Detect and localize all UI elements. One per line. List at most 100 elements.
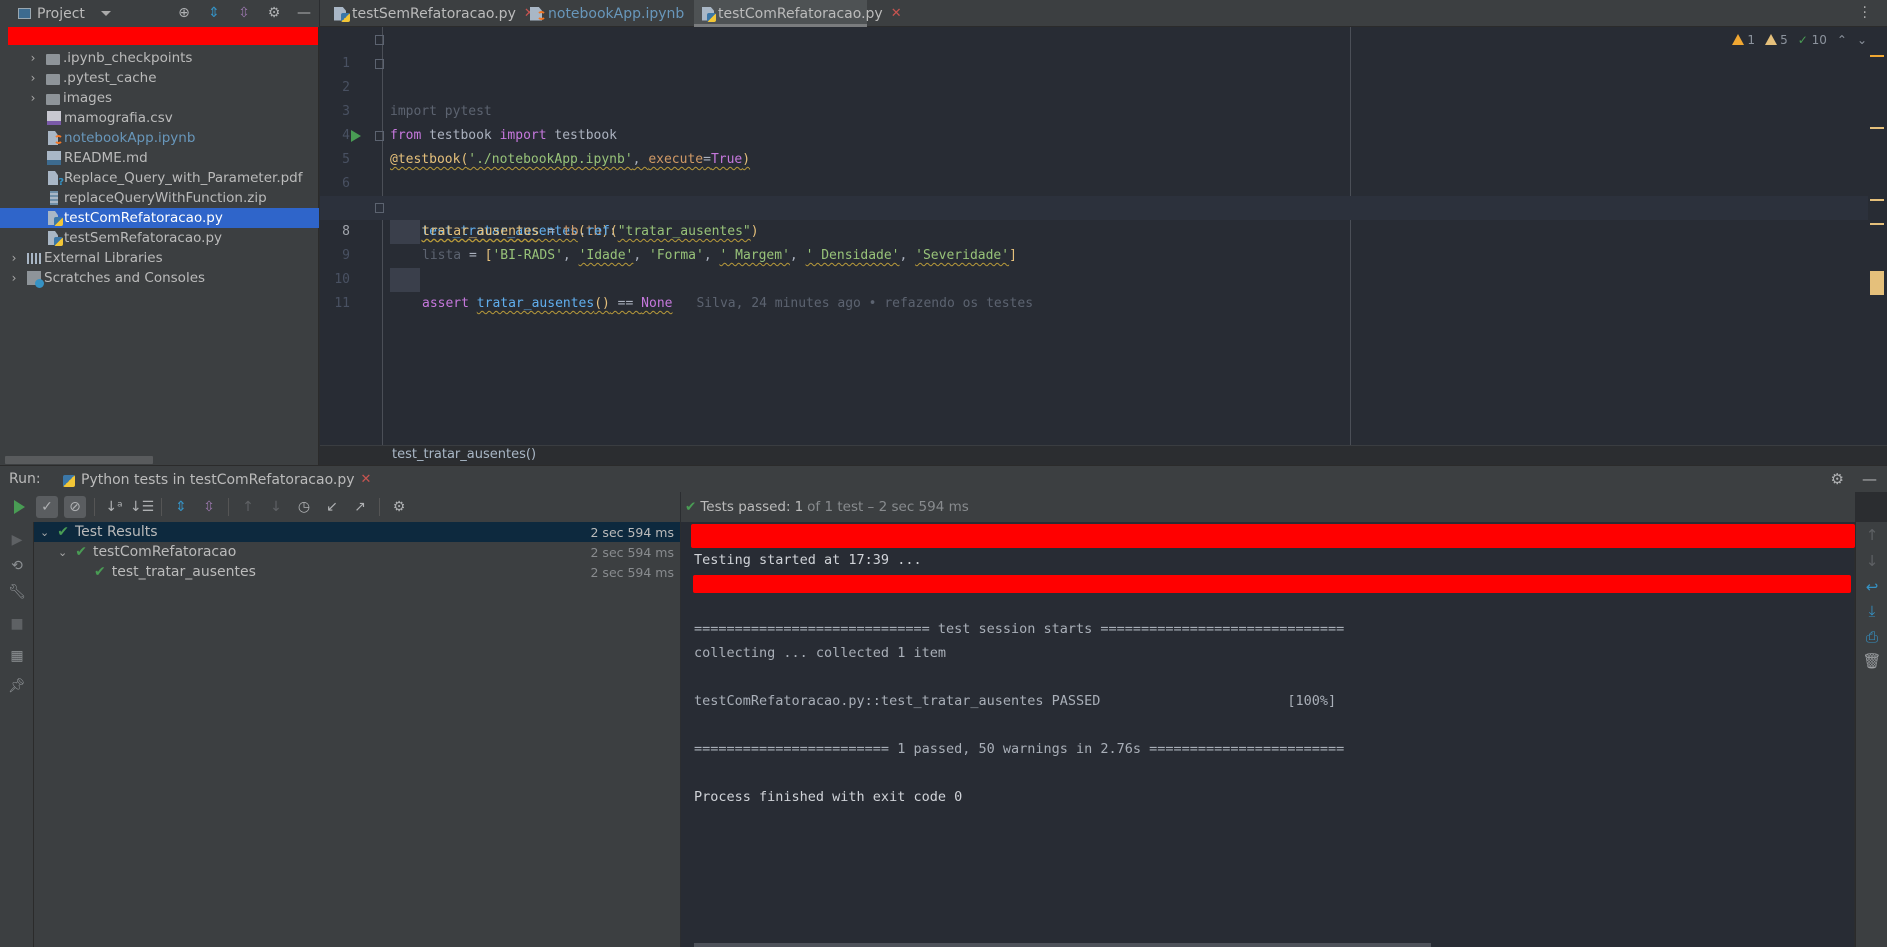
locate-icon[interactable]: ⊕: [175, 3, 193, 23]
fold-icon[interactable]: [375, 203, 384, 213]
code-line-2[interactable]: 2 from testbook import testbook: [320, 52, 1870, 143]
run-tab[interactable]: Python tests in testComRefatoracao.py ✕: [44, 466, 384, 495]
chevron-down-icon[interactable]: ⌄: [40, 526, 49, 539]
typos-count[interactable]: ✓ 10: [1798, 33, 1827, 47]
code-line-6[interactable]: 6 tratar_ausentes = tb.ref("tratar_ausen…: [320, 148, 1870, 239]
stop-icon[interactable]: ■: [8, 616, 26, 634]
inspection-widget[interactable]: 1 5 ✓ 10 ⌃ ⌄: [1732, 33, 1867, 47]
status-suffix: of 1 test – 2 sec 594 ms: [807, 499, 969, 515]
chevron-right-icon[interactable]: ›: [9, 251, 19, 265]
run-side-toolbar: ▶ ⟲ 🔧︎ ■ ▦ 📌︎: [0, 522, 34, 947]
minimize-icon[interactable]: —: [1862, 470, 1877, 488]
fold-icon[interactable]: [375, 35, 384, 45]
stripe-mark[interactable]: [1870, 271, 1884, 295]
tree-item-notebookapp-ipynb[interactable]: notebookApp.ipynb: [0, 128, 319, 148]
soft-wrap-icon[interactable]: ↩: [1862, 578, 1882, 598]
csv-file-icon: [47, 111, 61, 125]
tree-item-images[interactable]: › images: [0, 88, 319, 108]
sort-by-duration-button[interactable]: ↓☰: [130, 496, 154, 518]
export-tests-button[interactable]: ↗: [349, 496, 371, 518]
code-line-7[interactable]: 7 lista = ['BI-RADS', 'Idade', 'Forma', …: [320, 172, 1870, 263]
close-icon[interactable]: ✕: [361, 472, 372, 487]
tree-item-replace-query-pdf[interactable]: ? Replace_Query_with_Parameter.pdf: [0, 168, 319, 188]
stripe-mark[interactable]: [1870, 55, 1884, 57]
settings-button[interactable]: ⚙: [388, 496, 410, 518]
tree-item-testsemrefatoracao-py[interactable]: testSemRefatoracao.py: [0, 228, 319, 248]
code-line-10[interactable]: 10: [320, 244, 1870, 287]
code-line-1[interactable]: 1 import pytest: [320, 28, 1870, 119]
tree-item-mamografia-csv[interactable]: mamografia.csv: [0, 108, 319, 128]
console-horizontal-scrollbar[interactable]: [694, 943, 1431, 947]
trash-icon[interactable]: 🗑︎: [1862, 652, 1882, 672]
tree-item-ipynb-checkpoints[interactable]: › .ipynb_checkpoints: [0, 48, 319, 68]
tree-item-replacequery-zip[interactable]: replaceQueryWithFunction.zip: [0, 188, 319, 208]
error-stripe[interactable]: [1868, 27, 1887, 445]
weak-warnings-count[interactable]: 5: [1765, 33, 1788, 47]
wrench-icon[interactable]: 🔧︎: [8, 584, 26, 602]
test-result-row[interactable]: ⌄ ✔ Test Results 2 sec 594 ms: [34, 522, 680, 542]
next-problem-icon[interactable]: ⌄: [1857, 33, 1867, 47]
fold-icon[interactable]: [375, 59, 384, 69]
rerun-button[interactable]: [8, 496, 30, 518]
expand-all-button[interactable]: ⇕: [170, 496, 192, 518]
previous-failed-button[interactable]: ↑: [237, 496, 259, 518]
chevron-down-icon[interactable]: ⌄: [58, 546, 67, 559]
expand-all-icon[interactable]: ⇕: [205, 3, 223, 23]
tree-item-testcomrefatoracao-py[interactable]: testComRefatoracao.py: [0, 208, 319, 228]
import-tests-button[interactable]: ↙: [321, 496, 343, 518]
stripe-mark[interactable]: [1870, 199, 1884, 201]
chevron-right-icon[interactable]: ›: [9, 271, 19, 285]
tree-item-readme-md[interactable]: README.md: [0, 148, 319, 168]
minimize-icon[interactable]: —: [295, 3, 313, 23]
tab-testsemrefatoracao[interactable]: testSemRefatoracao.py ✕: [326, 0, 543, 27]
code-line-4[interactable]: 4 @testbook('./notebookApp.ipynb', execu…: [320, 100, 1870, 167]
pin-icon[interactable]: 📌︎: [8, 678, 26, 696]
next-failed-button[interactable]: ↓: [265, 496, 287, 518]
test-history-button[interactable]: ◷: [293, 496, 315, 518]
chevron-right-icon[interactable]: ›: [28, 71, 38, 85]
collapse-all-icon[interactable]: ⇳: [235, 3, 253, 23]
code-line-11[interactable]: 11: [320, 268, 1870, 311]
test-result-row[interactable]: ⌄ ✔ testComRefatoracao 2 sec 594 ms: [34, 542, 680, 562]
print-icon[interactable]: ⎙: [1862, 628, 1882, 648]
show-passed-button[interactable]: ✓: [36, 496, 58, 518]
project-horizontal-scrollbar[interactable]: [5, 456, 153, 464]
previous-problem-icon[interactable]: ⌃: [1837, 33, 1847, 47]
scroll-to-end-icon[interactable]: ⤓: [1862, 602, 1882, 622]
git-blame-annotation[interactable]: Silva, 24 minutes ago • refazendo os tes…: [696, 296, 1033, 311]
toggle-auto-test-icon[interactable]: ⟲: [8, 558, 26, 576]
stripe-mark[interactable]: [1870, 127, 1884, 129]
project-tree: › .ipynb_checkpoints › .pytest_cache › i…: [0, 48, 319, 288]
test-result-row[interactable]: ✔ test_tratar_ausentes 2 sec 594 ms: [34, 562, 680, 582]
code-line-9[interactable]: 9: [320, 220, 1870, 263]
chevron-right-icon[interactable]: ›: [28, 91, 38, 105]
code-line-5[interactable]: 5 def test_tratar_ausentes(tb):: [320, 124, 1870, 239]
close-icon[interactable]: ✕: [891, 6, 902, 21]
gear-icon[interactable]: ⚙: [265, 3, 283, 23]
chevron-right-icon[interactable]: ›: [28, 51, 38, 65]
sort-alphabetically-button[interactable]: ↓ᵃ: [103, 496, 125, 518]
more-tabs-icon[interactable]: · · ·: [1863, 1, 1867, 25]
tree-item-scratches[interactable]: › Scratches and Consoles: [0, 268, 319, 288]
run-test-icon[interactable]: [351, 130, 361, 142]
tree-item-pytest-cache[interactable]: › .pytest_cache: [0, 68, 319, 88]
tree-item-external-libraries[interactable]: › External Libraries: [0, 248, 319, 268]
code-line-3[interactable]: 3: [320, 76, 1870, 119]
down-arrow-icon[interactable]: ↓: [1862, 552, 1882, 572]
breadcrumb: test_tratar_ausentes(): [320, 445, 1887, 465]
show-ignored-button[interactable]: ⊘: [64, 496, 86, 518]
tab-testcomrefatoracao[interactable]: testComRefatoracao.py ✕: [694, 0, 902, 27]
collapse-all-button[interactable]: ⇳: [198, 496, 220, 518]
stripe-mark[interactable]: [1870, 223, 1884, 225]
layout-icon[interactable]: ▦: [8, 648, 26, 666]
tab-notebookapp[interactable]: notebookApp.ipynb ✕: [522, 0, 711, 27]
project-view-selector[interactable]: Project: [18, 6, 111, 22]
rerun-failed-icon[interactable]: ▶: [8, 532, 26, 550]
console-output[interactable]: Testing started at 17:39 ... ===========…: [681, 522, 1855, 947]
up-arrow-icon[interactable]: ↑: [1862, 526, 1882, 546]
gear-icon[interactable]: ⚙: [1831, 470, 1844, 488]
breadcrumb-item[interactable]: test_tratar_ausentes(): [392, 447, 536, 462]
code-line-8[interactable]: 8 assert tratar_ausentes() == None Silva,…: [320, 196, 1870, 311]
warnings-count[interactable]: 1: [1732, 33, 1755, 47]
fold-icon[interactable]: [375, 131, 384, 141]
